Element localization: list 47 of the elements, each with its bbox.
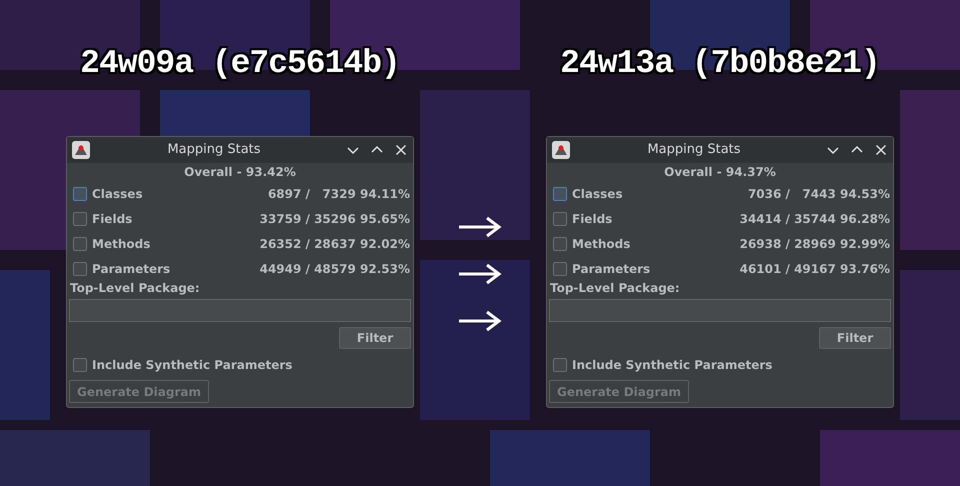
window-title: Mapping Stats xyxy=(646,141,742,160)
close-icon[interactable] xyxy=(873,142,889,158)
checkbox[interactable] xyxy=(73,262,87,276)
checkbox[interactable] xyxy=(73,236,87,250)
checkbox-label: Classes xyxy=(92,186,143,202)
package-field[interactable] xyxy=(549,299,891,322)
stat-value: 34414 / 35744 96.28% xyxy=(740,210,890,228)
arrow-icon xyxy=(457,262,503,286)
app-icon xyxy=(551,140,571,160)
checkbox-label: Methods xyxy=(92,236,150,252)
checkbox-label: Include Synthetic Parameters xyxy=(572,356,772,374)
close-icon[interactable] xyxy=(393,142,409,158)
filter-button[interactable]: Filter xyxy=(819,327,891,349)
checkbox-label: Methods xyxy=(572,236,630,252)
arrow-icon xyxy=(457,309,503,333)
checkbox[interactable] xyxy=(553,358,567,372)
checkbox[interactable] xyxy=(553,262,567,276)
stat-value: 33759 / 35296 95.65% xyxy=(260,210,410,228)
checkbox-label: Classes xyxy=(572,186,623,202)
checkbox[interactable] xyxy=(73,212,87,226)
arrow-icon xyxy=(457,215,503,239)
checkbox-label: Fields xyxy=(572,210,612,228)
package-field[interactable] xyxy=(69,299,411,322)
window-title: Mapping Stats xyxy=(166,141,262,160)
checkbox[interactable] xyxy=(553,186,567,200)
stat-value: 6897 / 7329 94.11% xyxy=(268,186,410,202)
checkbox[interactable] xyxy=(73,358,87,372)
checkbox-label: Include Synthetic Parameters xyxy=(92,356,292,374)
checkbox[interactable] xyxy=(73,186,87,200)
stat-value: 46101 / 49167 93.76% xyxy=(740,260,890,278)
checkbox[interactable] xyxy=(553,212,567,226)
stat-value: 26352 / 28637 92.02% xyxy=(260,236,410,252)
stat-value: 7036 / 7443 94.53% xyxy=(748,186,890,202)
stat-value: 26938 / 28969 92.99% xyxy=(740,236,890,252)
package-label: Top-Level Package: xyxy=(69,281,201,296)
overall-label: Overall - 94.37% xyxy=(663,164,777,181)
checkbox[interactable] xyxy=(553,236,567,250)
package-label: Top-Level Package: xyxy=(549,281,681,296)
checkbox-label: Fields xyxy=(92,210,132,228)
stat-value: 44949 / 48579 92.53% xyxy=(260,260,410,278)
version-heading: 24w13a (7b0b8e21) xyxy=(560,44,880,84)
checkbox-label: Parameters xyxy=(572,260,650,278)
version-heading: 24w09a (e7c5614b) xyxy=(80,44,400,84)
overall-label: Overall - 93.42% xyxy=(183,164,297,181)
checkbox-label: Parameters xyxy=(92,260,170,278)
filter-button[interactable]: Filter xyxy=(339,327,411,349)
app-icon xyxy=(71,140,91,160)
